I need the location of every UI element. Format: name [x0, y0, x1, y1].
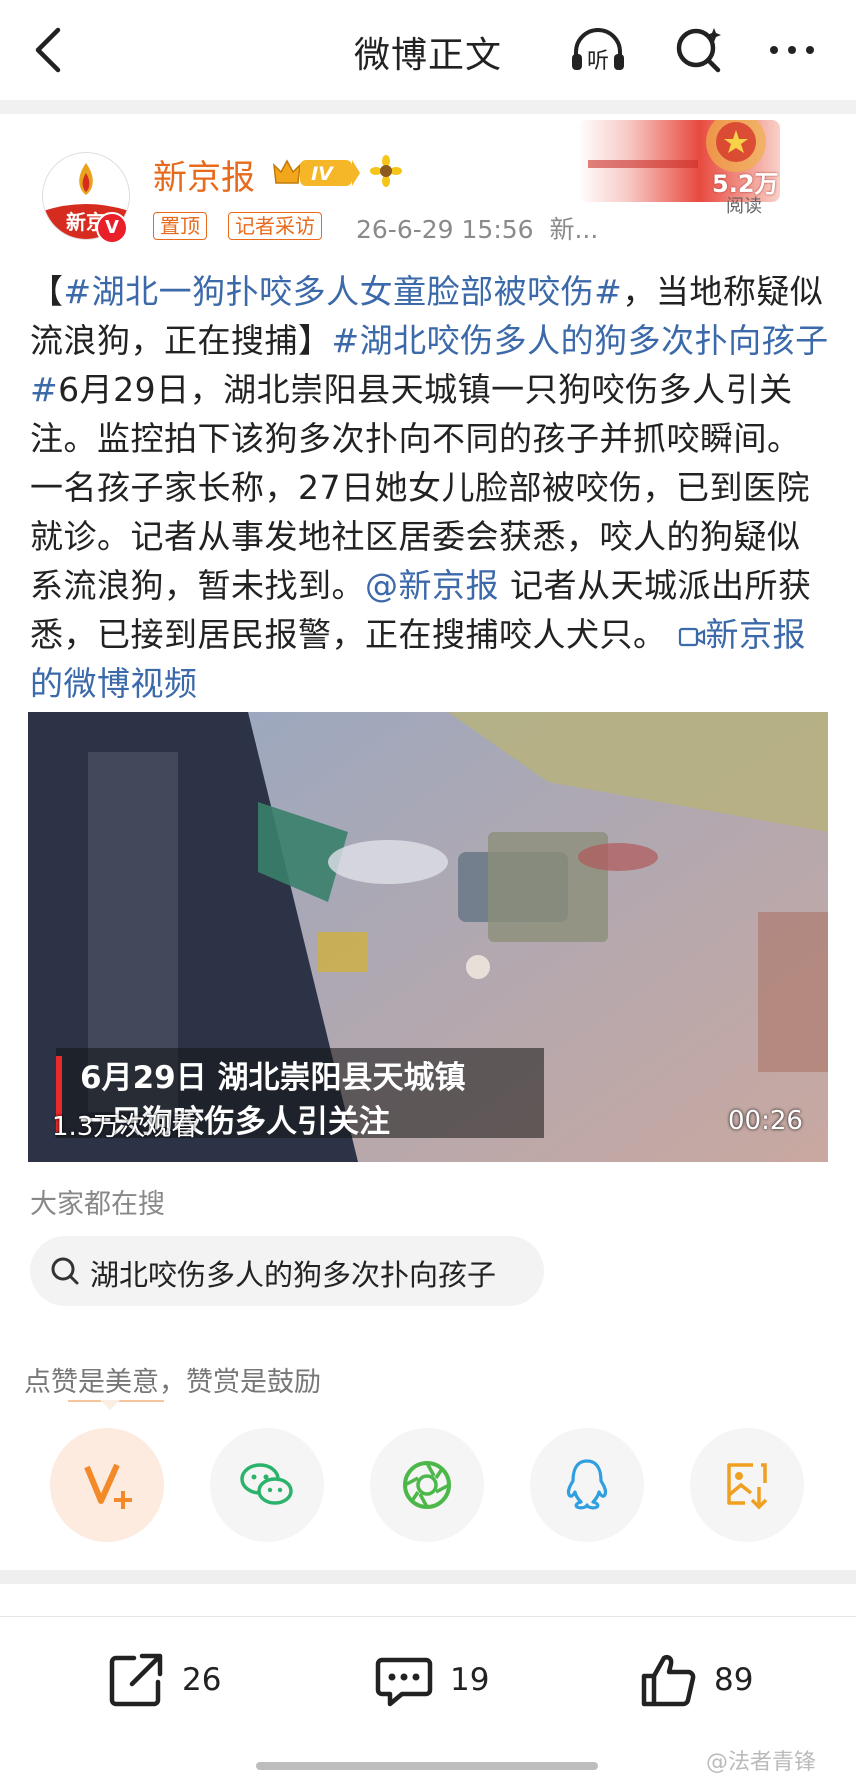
- motto-pointer: [100, 1400, 120, 1410]
- sunflower-icon: [370, 155, 402, 187]
- bracket-open: 【: [30, 272, 64, 311]
- like-button[interactable]: 89: [636, 1648, 766, 1718]
- reward-button[interactable]: [50, 1428, 164, 1542]
- save-image-button[interactable]: [690, 1428, 804, 1542]
- more-icon[interactable]: [762, 22, 822, 78]
- listen-label: 听: [587, 49, 609, 74]
- topic-link[interactable]: #湖北一狗扑咬多人女童脸部被咬伤#: [64, 272, 623, 311]
- like-count: 89: [714, 1662, 754, 1698]
- post-meta: 26-6-29 15:56 新...: [356, 210, 598, 246]
- qq-icon: [566, 1459, 608, 1510]
- level-crown-icon: IV: [273, 159, 360, 186]
- reward-motto: 点赞是美意，赞赏是鼓励: [24, 1367, 321, 1398]
- repost-button[interactable]: 26: [104, 1648, 234, 1718]
- post-time: 26-6-29 15:56: [356, 215, 534, 244]
- thumbs-up-icon: [641, 1655, 696, 1707]
- share-wechat-button[interactable]: [210, 1428, 324, 1542]
- trending-search-chip[interactable]: 湖北咬伤多人的狗多次扑向孩子: [30, 1236, 544, 1306]
- view-count: 1.3万次观看: [52, 1112, 198, 1142]
- comment-button[interactable]: 19: [372, 1648, 502, 1718]
- repost-count: 26: [182, 1662, 222, 1698]
- verified-badge: V: [96, 212, 128, 244]
- subtitle-line: 6月29日 湖北崇阳县天城镇: [80, 1060, 466, 1096]
- save-image-icon: [727, 1463, 768, 1510]
- image-watermark: @法者青锋: [706, 1750, 817, 1775]
- search-icon[interactable]: [670, 22, 730, 78]
- comment-count: 19: [450, 1662, 490, 1698]
- level-text: IV: [311, 163, 334, 185]
- divider: [0, 100, 856, 114]
- read-label: 阅读: [726, 196, 762, 217]
- v-plus-icon: [84, 1463, 132, 1509]
- wechat-icon: [240, 1463, 293, 1505]
- comment-icon: [375, 1657, 433, 1707]
- share-qq-button[interactable]: [530, 1428, 644, 1542]
- divider: [0, 1570, 856, 1584]
- pinned-tag: 置顶: [153, 212, 207, 240]
- trending-query: 湖北咬伤多人的狗多次扑向孩子: [90, 1258, 497, 1292]
- interview-tag: 记者采访: [228, 212, 322, 240]
- video-camera-icon: [678, 627, 705, 647]
- repost-icon: [109, 1653, 163, 1707]
- trending-heading: 大家都在搜: [30, 1189, 165, 1220]
- divider: [0, 1616, 856, 1617]
- share-moments-button[interactable]: [370, 1428, 484, 1542]
- mention-link[interactable]: @新京报: [365, 566, 499, 605]
- listen-icon[interactable]: 听: [568, 22, 628, 78]
- search-icon: [51, 1257, 79, 1285]
- top-bar: 微博正文 听: [0, 0, 856, 100]
- home-indicator[interactable]: [256, 1762, 598, 1770]
- post-source: 新...: [549, 215, 599, 244]
- post-body: 【#湖北一狗扑咬多人女童脸部被咬伤#，当地称疑似流浪狗，正在搜捕】#湖北咬伤多人…: [30, 267, 830, 708]
- moments-icon: [403, 1461, 451, 1509]
- author-name[interactable]: 新京报: [153, 150, 255, 199]
- video-duration: 00:26: [728, 1106, 803, 1136]
